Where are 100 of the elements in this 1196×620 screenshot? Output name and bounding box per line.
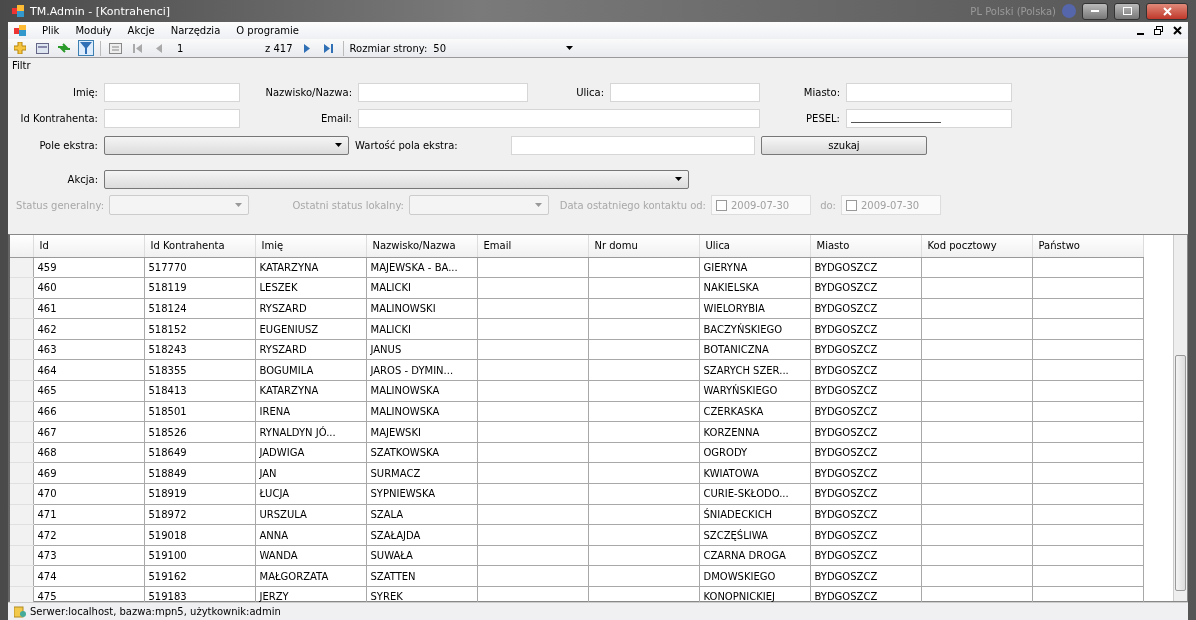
close-icon[interactable] [1173, 26, 1182, 35]
maximize-button[interactable] [1114, 2, 1140, 20]
dropdown-arrow-icon [235, 203, 242, 207]
input-field[interactable] [846, 82, 1012, 102]
column-header[interactable]: Nazwisko/Nazwa [366, 235, 477, 257]
table-cell: 518119 [144, 277, 255, 299]
table-cell: 518972 [144, 504, 255, 525]
row-header [10, 545, 33, 566]
table-cell: MALICKI [366, 277, 477, 299]
input-field[interactable] [358, 82, 528, 102]
table-cell: BOTANICZNA [699, 339, 810, 360]
dropdown-arrow-icon [675, 177, 682, 181]
row-header [10, 401, 33, 422]
date-value: 2009-07-30 [731, 199, 790, 211]
menu-item[interactable]: Akcje [127, 25, 155, 36]
field-label: Ostatni status lokalny: [291, 199, 404, 211]
input-field[interactable] [610, 82, 760, 102]
row-header [10, 257, 33, 278]
field-label: Id Kontrahenta: [19, 113, 98, 124]
row-header [10, 318, 33, 340]
table-cell: SZALA [366, 504, 477, 525]
window-title: TM.Admin - [Kontrahenci] [30, 4, 171, 18]
menu-item[interactable]: O programie [236, 25, 299, 36]
table-cell: RYSZARD [255, 339, 366, 360]
table-cell: IRENA [255, 401, 366, 422]
table-cell: BYDGOSZCZ [810, 421, 921, 443]
column-header[interactable]: Id Kontrahenta [144, 235, 255, 257]
table-cell: JAN [255, 462, 366, 484]
table-cell: BYDGOSZCZ [810, 483, 921, 505]
table-cell: SZARYCH SZER... [699, 359, 810, 381]
input-field[interactable] [511, 135, 755, 155]
table-cell: 466 [33, 401, 144, 422]
dropdown-arrow-icon [566, 46, 574, 50]
menu-item[interactable]: Moduły [75, 25, 112, 36]
table-cell: 518243 [144, 339, 255, 360]
table-cell: SZATKOWSKA [366, 442, 477, 463]
table-cell: 517770 [144, 257, 255, 278]
dropdown-arrow-icon [335, 143, 342, 147]
column-header[interactable]: Nr domu [588, 235, 699, 257]
column-header[interactable]: Kod pocztowy [921, 235, 1032, 257]
table-cell: 467 [33, 421, 144, 443]
table-cell: SZATTEN [366, 565, 477, 587]
table-cell: SZAŁAJDA [366, 524, 477, 546]
table-cell: BYDGOSZCZ [810, 380, 921, 402]
table-cell: MAJEWSKI [366, 421, 477, 443]
action-dropdown[interactable] [104, 169, 689, 189]
table-cell: 518355 [144, 359, 255, 381]
field-label: Wartość pola ekstra: [355, 139, 459, 151]
table-cell: 518124 [144, 298, 255, 319]
filter-icon[interactable] [78, 40, 94, 56]
input-field[interactable] [104, 82, 240, 102]
table-cell: 462 [33, 318, 144, 340]
field-label: Status generalny: [15, 199, 104, 211]
table-cell: SURMACZ [366, 462, 477, 484]
menu-item[interactable]: Narzędzia [170, 25, 221, 36]
column-header[interactable]: Email [477, 235, 588, 257]
row-header [10, 298, 33, 319]
status-text: Serwer:localhost, bazwa:mpn5, użytkownik:admin [30, 606, 281, 617]
form-icon[interactable] [34, 40, 50, 56]
column-header[interactable]: Państwo [1032, 235, 1143, 257]
row-header [10, 380, 33, 402]
field-label: Ulica: [575, 86, 604, 98]
table-cell: 519100 [144, 545, 255, 566]
table-cell: 460 [33, 277, 144, 299]
minimize-button[interactable] [1082, 2, 1108, 20]
vertical-scrollbar[interactable] [1173, 235, 1187, 601]
row-header [10, 359, 33, 381]
add-icon[interactable] [12, 40, 28, 56]
restore-icon[interactable] [1154, 26, 1163, 35]
column-header[interactable]: Miasto [810, 235, 921, 257]
table-cell: 473 [33, 545, 144, 566]
table-cell: SYPNIEWSKA [366, 483, 477, 505]
table-cell: NAKIELSKA [699, 277, 810, 299]
table-cell: BACZYŃSKIEGO [699, 318, 810, 340]
table-cell: ANNA [255, 524, 366, 546]
menu-item[interactable]: Plik [42, 25, 60, 36]
list-icon[interactable] [107, 40, 123, 56]
table-cell: 464 [33, 359, 144, 381]
table-cell: JAROS - DYMIN... [366, 359, 477, 381]
input-field[interactable] [846, 109, 1012, 128]
table-cell: 518649 [144, 442, 255, 463]
dropdown-arrow-icon [535, 203, 542, 207]
table-cell: WIELORYBIA [699, 298, 810, 319]
table-cell: 518152 [144, 318, 255, 340]
table-cell: BYDGOSZCZ [810, 401, 921, 422]
input-field[interactable] [358, 109, 760, 128]
column-header[interactable]: Ulica [699, 235, 810, 257]
dropdown[interactable] [104, 135, 349, 155]
table-cell: BYDGOSZCZ [810, 359, 921, 381]
input-field[interactable] [104, 109, 240, 128]
column-header[interactable]: Imię [255, 235, 366, 257]
search-button[interactable]: szukaj [761, 135, 927, 155]
table-cell: DMOWSKIEGO [699, 565, 810, 587]
page-field[interactable]: 1 [173, 42, 259, 54]
column-header[interactable]: Id [33, 235, 144, 257]
table-cell: MALINOWSKI [366, 298, 477, 319]
table-cell: 518849 [144, 462, 255, 484]
table-cell: BYDGOSZCZ [810, 298, 921, 319]
close-button[interactable] [1146, 2, 1188, 20]
page-size-dropdown[interactable]: 50 [433, 42, 574, 54]
